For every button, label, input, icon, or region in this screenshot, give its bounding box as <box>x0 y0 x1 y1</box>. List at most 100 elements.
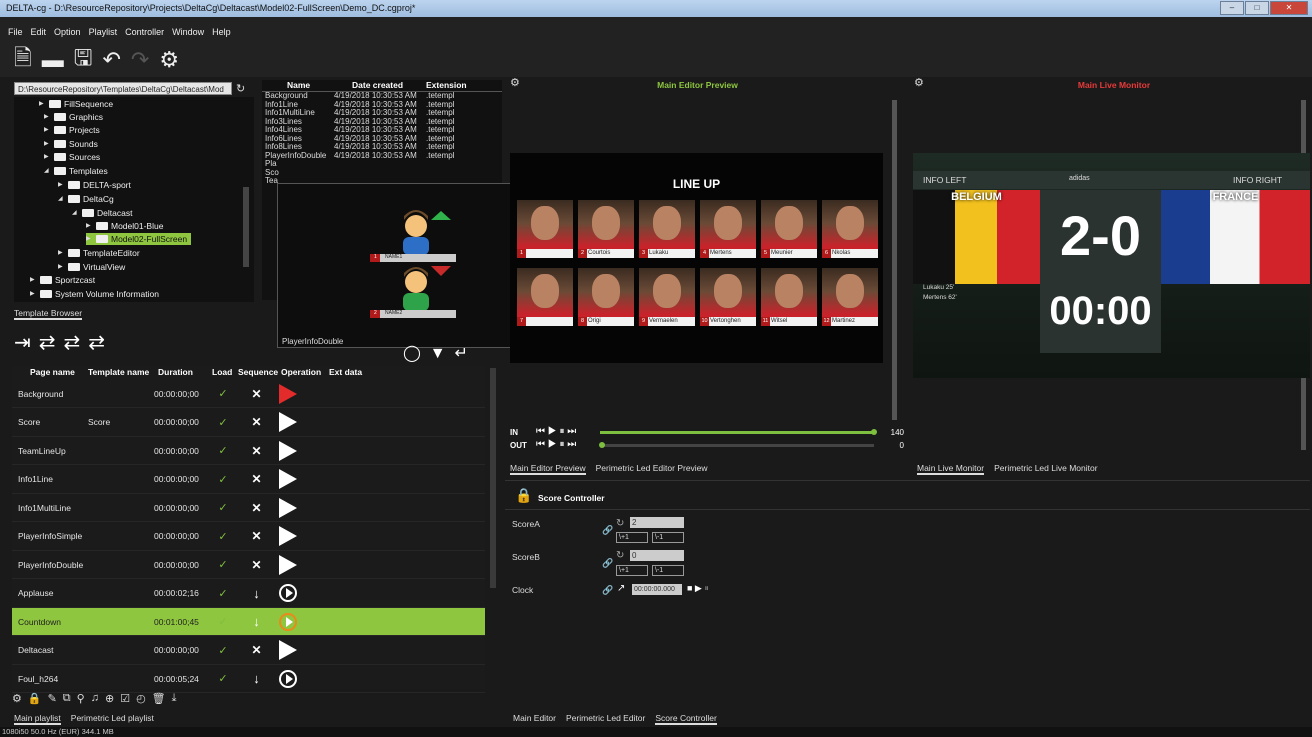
tree-item[interactable]: ▶ TemplateEditor <box>58 247 140 259</box>
file-row[interactable]: Pla <box>262 159 502 169</box>
close-button[interactable]: ✕ <box>1270 1 1308 15</box>
template-path-field[interactable]: D:\ResourceRepository\Templates\DeltaCg\… <box>14 82 232 95</box>
playlist-scrollbar[interactable] <box>490 368 496 588</box>
scoreB-plus-button[interactable]: \+1 <box>616 565 648 576</box>
tree-item-selected[interactable]: ▶ Model02-FullScreen <box>86 233 192 245</box>
undo-icon[interactable]: ↶ <box>102 47 120 73</box>
tab-main-editor-preview[interactable]: Main Editor Preview <box>510 463 586 475</box>
playlist-row[interactable]: Background 00:00:00;00 ✓ ✕ <box>12 380 485 408</box>
sequence-off-icon[interactable]: ✕ <box>238 501 275 515</box>
tab-main-live-monitor[interactable]: Main Live Monitor <box>917 463 985 475</box>
play-icon[interactable] <box>279 497 297 518</box>
sequence-off-icon[interactable]: ✕ <box>238 529 275 543</box>
clone-icon[interactable]: ⧉ <box>63 692 71 705</box>
clock-input[interactable]: 00:00:00.000 <box>632 584 682 595</box>
tree-item[interactable]: ▶ DELTA-sport <box>58 179 131 191</box>
editor-preview-scrollbar[interactable] <box>892 100 897 420</box>
add-icon[interactable]: ⊕ <box>105 692 114 705</box>
download-icon[interactable]: ⤓ <box>172 692 177 705</box>
sequence-next-icon[interactable]: ↓ <box>238 671 275 686</box>
menu-help[interactable]: Help <box>212 27 231 43</box>
tab-perimetric-led-editor[interactable]: Perimetric Led Editor <box>566 713 645 725</box>
tree-item[interactable]: ▶ VirtualView <box>58 261 125 273</box>
tree-item[interactable]: ▶ Sounds <box>44 138 98 150</box>
menu-playlist[interactable]: Playlist <box>89 27 118 43</box>
playlist-row[interactable]: TeamLineUp 00:00:00;00 ✓ ✕ <box>12 437 485 465</box>
edit-icon[interactable]: ✎ <box>48 692 57 705</box>
refresh-icon[interactable]: ↻ <box>616 550 624 561</box>
link-icon[interactable]: 🔗 <box>602 585 613 596</box>
clock-controls[interactable]: ■ ▶ ⏸ <box>687 583 709 594</box>
edit-box-icon[interactable]: ☑ <box>120 692 130 705</box>
in-slider[interactable] <box>600 431 874 434</box>
menu-controller[interactable]: Controller <box>125 27 164 43</box>
out-slider[interactable] <box>600 444 874 447</box>
tree-item[interactable]: ◢ DeltaCg <box>58 193 114 205</box>
tree-item[interactable]: ▶ System Volume Information <box>30 288 159 300</box>
clock-icon[interactable]: ◴ <box>136 692 146 705</box>
menu-edit[interactable]: Edit <box>31 27 47 43</box>
play-icon[interactable] <box>279 640 297 660</box>
playlist-row[interactable]: Info1MultiLine 00:00:00;00 ✓ ✕ <box>12 494 485 522</box>
playlist-row[interactable]: Info1Line 00:00:00;00 ✓ ✕ <box>12 466 485 494</box>
tree-item[interactable]: ▶ Sources <box>44 151 100 163</box>
playlist-row[interactable]: PlayerInfoSimple 00:00:00;00 ✓ ✕ <box>12 523 485 551</box>
sequence-off-icon[interactable]: ✕ <box>238 472 275 486</box>
playlist-row[interactable]: Deltacast 00:00:00;00 ✓ ✕ <box>12 637 485 665</box>
tab-template-browser[interactable]: Template Browser <box>14 308 83 320</box>
scoreB-input[interactable]: 0 <box>630 550 684 561</box>
play-icon[interactable] <box>279 440 297 461</box>
maximize-button[interactable]: □ <box>1245 1 1269 15</box>
tree-item[interactable]: ▶ Model01-Blue <box>86 220 163 232</box>
in-transport-controls[interactable]: ⏮ ▶ ⏸ ⏭ <box>536 426 576 437</box>
save-icon[interactable]: 🖫 <box>74 41 93 79</box>
file-row[interactable]: Sco <box>262 168 502 178</box>
refresh-icon[interactable]: ↻ <box>616 518 624 529</box>
tab-main-playlist[interactable]: Main playlist <box>14 713 61 725</box>
play-icon[interactable] <box>279 554 297 575</box>
sequence-next-icon[interactable]: ↓ <box>238 586 275 601</box>
lock-icon[interactable]: 🔒 <box>28 692 42 705</box>
gear-icon[interactable]: ⚙ <box>12 692 22 705</box>
tree-item[interactable]: ▶ FillSequence <box>39 98 113 110</box>
play-icon[interactable] <box>279 526 297 546</box>
link-icon[interactable]: 🔗 <box>602 525 613 536</box>
return-icon[interactable]: ↵ <box>455 345 468 362</box>
tab-score-controller[interactable]: Score Controller <box>655 713 717 725</box>
delete-icon[interactable]: 🗑 <box>152 692 166 705</box>
in-slider-knob[interactable] <box>871 429 877 435</box>
tree-item[interactable]: ▶ Sportzcast <box>30 274 95 286</box>
play-icon[interactable] <box>279 383 297 404</box>
scoreA-minus-button[interactable]: \-1 <box>652 532 684 543</box>
music-icon[interactable]: ♫ <box>91 692 99 705</box>
link-icon[interactable]: ⚲ <box>77 692 85 705</box>
play-icon[interactable] <box>279 412 297 432</box>
insert-icon[interactable]: ⇥ <box>14 330 31 355</box>
tree-item[interactable]: ▶ Graphics <box>44 111 103 123</box>
redo-icon[interactable]: ↷ <box>131 47 149 73</box>
open-folder-icon[interactable]: ▬ <box>42 47 64 73</box>
sequence-off-icon[interactable]: ✕ <box>238 444 275 458</box>
filter-icon[interactable]: ▼ <box>430 345 446 362</box>
sequence-off-icon[interactable]: ✕ <box>238 415 275 429</box>
tab-perimetric-led-playlist[interactable]: Perimetric Led playlist <box>71 713 154 725</box>
tree-item[interactable]: ◢ Deltacast <box>72 207 132 219</box>
minimize-button[interactable]: – <box>1220 1 1244 15</box>
file-row[interactable]: PlayerInfoDouble 4/19/2018 10:30:53 AM .te… <box>262 151 502 161</box>
scoreA-input[interactable]: 2 <box>630 517 684 528</box>
tab-perimetric-led-editor-preview[interactable]: Perimetric Led Editor Preview <box>596 463 708 475</box>
sequence-next-icon[interactable]: ↓ <box>238 614 275 629</box>
menu-window[interactable]: Window <box>172 27 204 43</box>
playlist-row[interactable]: Applause 00:00:02;16 ✓ ↓ <box>12 580 485 608</box>
gear-icon[interactable]: ⚙ <box>159 47 179 73</box>
playlist-row[interactable]: Countdown 00:01:00;45 ✓ ↓ <box>12 608 485 636</box>
sequence-off-icon[interactable]: ✕ <box>238 387 275 401</box>
tree-scrollbar[interactable] <box>243 187 249 267</box>
out-transport-controls[interactable]: ⏮ ▶ ⏸ ⏭ <box>536 439 576 450</box>
link-icon[interactable]: 🔗 <box>602 558 613 569</box>
scoreA-plus-button[interactable]: \+1 <box>616 532 648 543</box>
swap-1-2-icon[interactable]: ⇄ <box>64 330 81 355</box>
lock-icon[interactable]: 🔒 <box>515 487 532 504</box>
scoreB-minus-button[interactable]: \-1 <box>652 565 684 576</box>
out-slider-knob[interactable] <box>599 442 605 448</box>
